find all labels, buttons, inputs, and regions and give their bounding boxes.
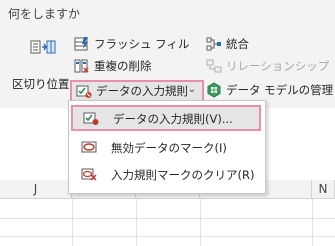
consolidate-button[interactable]: 統合: [206, 36, 249, 52]
menu-item-circle-invalid-data[interactable]: 無効データのマーク(I): [69, 134, 263, 160]
chevron-down-icon[interactable]: ⌄: [188, 84, 196, 95]
column-header-j[interactable]: J: [0, 180, 72, 198]
remove-duplicates-label: 重複の削除: [94, 59, 152, 73]
consolidate-icon: [206, 37, 221, 51]
data-model-label: データ モデルの管理: [226, 83, 334, 97]
remove-duplicates-icon: [74, 59, 89, 73]
tell-me-label: 何をしますか: [8, 7, 81, 21]
column-header-n[interactable]: N: [312, 180, 335, 198]
text-to-columns-label: 区切り位置: [12, 77, 70, 91]
data-model-button[interactable]: データ モデルの管理: [206, 82, 333, 98]
flash-fill-button[interactable]: フラッシュ フィル: [74, 36, 189, 52]
column-gridline: [312, 199, 313, 246]
data-validation-icon: [83, 112, 99, 125]
relationships-icon: [206, 59, 222, 73]
ribbon-data-tools: 区切り位置 フラッシュ フィル 重複の削除 データの入力規則 ⌄ 統合 リレーシ…: [0, 26, 335, 108]
column-gridline: [72, 199, 73, 246]
menu-item-clear-validation-circles[interactable]: 入力規則マークのクリア(R): [69, 161, 263, 187]
flash-fill-icon: [74, 37, 88, 51]
clear-validation-circles-icon: [81, 168, 97, 181]
data-validation-label: データの入力規則: [96, 84, 188, 98]
row-gridline: [0, 218, 335, 219]
menu-item-label: データの入力規則(V)...: [113, 112, 233, 126]
relationships-button[interactable]: リレーションシップ: [206, 58, 329, 74]
circle-invalid-data-icon: [81, 141, 97, 153]
column-gridline: [200, 199, 201, 246]
data-validation-inner: データの入力規則: [76, 83, 188, 99]
menu-item-data-validation[interactable]: データの入力規則(V)...: [71, 105, 261, 131]
menu-item-label: 入力規則マークのクリア(R): [111, 168, 255, 182]
menu-item-label: 無効データのマーク(I): [111, 141, 227, 155]
remove-duplicates-button[interactable]: 重複の削除: [74, 58, 152, 74]
data-validation-button[interactable]: データの入力規則 ⌄: [70, 80, 204, 102]
text-to-columns-icon: [30, 40, 56, 54]
flash-fill-label: フラッシュ フィル: [94, 37, 190, 51]
data-model-icon: [207, 82, 221, 98]
data-validation-icon: [76, 85, 92, 98]
tell-me-bar[interactable]: 何をしますか: [0, 0, 335, 26]
data-validation-menu: データの入力規則(V)... 無効データのマーク(I) 入力規則マークのクリア(…: [68, 100, 266, 194]
text-to-columns-button[interactable]: 区切り位置: [10, 34, 72, 104]
row-gridline: [0, 236, 335, 237]
relationships-label: リレーションシップ: [226, 59, 330, 73]
column-gridline: [136, 199, 137, 246]
consolidate-label: 統合: [226, 37, 249, 51]
